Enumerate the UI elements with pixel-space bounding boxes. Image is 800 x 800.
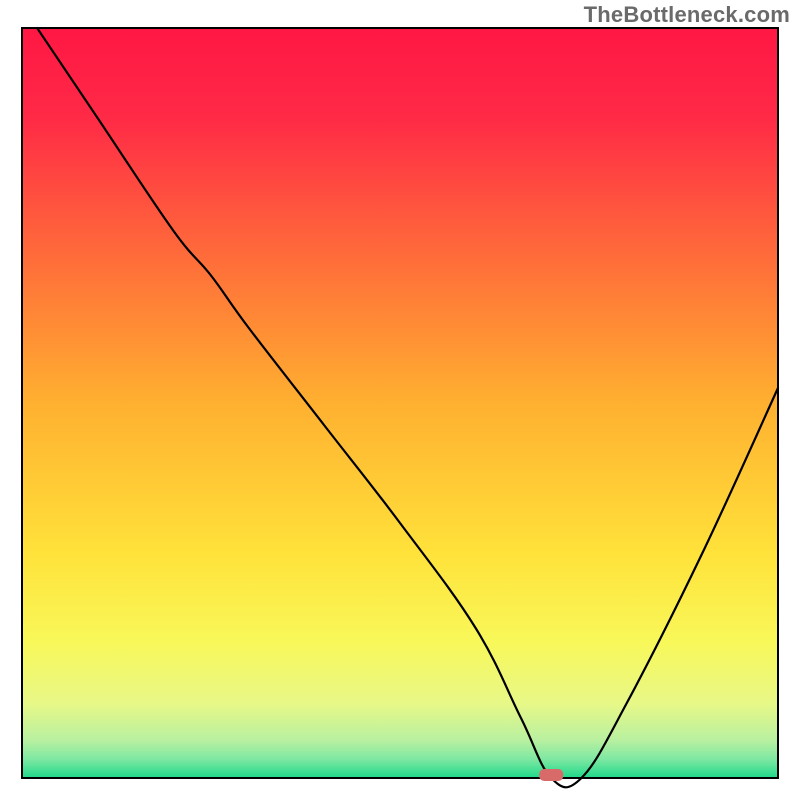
watermark-text: TheBottleneck.com [584, 2, 790, 28]
plot-area [22, 28, 778, 787]
bottleneck-chart [0, 0, 800, 800]
chart-container: TheBottleneck.com [0, 0, 800, 800]
optimal-marker [539, 769, 563, 781]
gradient-background [22, 28, 778, 778]
